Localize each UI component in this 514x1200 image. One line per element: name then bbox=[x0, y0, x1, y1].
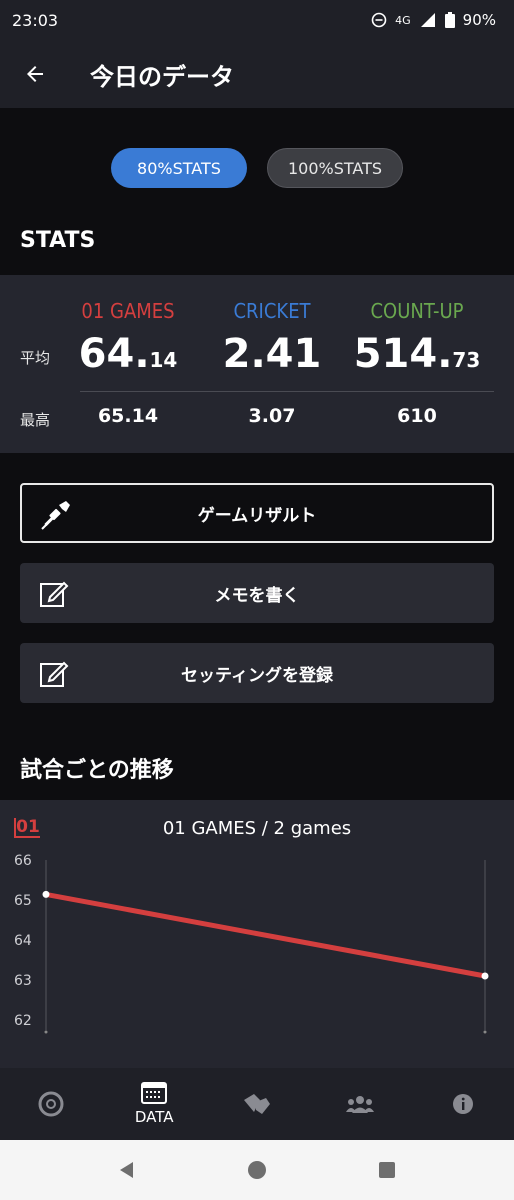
write-memo-label: メモを書く bbox=[214, 585, 300, 606]
stats-section-title: STATS bbox=[20, 228, 96, 253]
dartboard-icon bbox=[38, 1091, 64, 1117]
y-tick-label: 64 bbox=[14, 933, 32, 949]
data-point[interactable] bbox=[42, 890, 50, 898]
status-bar: 23:03 4G 90% bbox=[0, 0, 514, 40]
info-icon bbox=[452, 1094, 473, 1114]
nav-data[interactable]: DATA bbox=[114, 1068, 194, 1140]
stats-divider bbox=[80, 391, 494, 392]
avg-01-games: 64.14 bbox=[78, 331, 178, 377]
nav-home[interactable] bbox=[11, 1068, 91, 1140]
avg-cricket: 2.41 bbox=[222, 331, 322, 377]
series-line bbox=[45, 891, 486, 979]
group-icon bbox=[345, 1096, 374, 1113]
x-tick-dot bbox=[483, 1030, 487, 1034]
system-nav-bar bbox=[0, 1140, 514, 1200]
home-circle-icon[interactable] bbox=[247, 1160, 267, 1180]
app-bar: 今日のデータ bbox=[0, 40, 514, 108]
x-tick-dot bbox=[44, 1030, 48, 1034]
col-head-cricket: CRICKET bbox=[233, 299, 311, 323]
avg-count-up: 514.73 bbox=[353, 331, 481, 377]
max-count-up: 610 bbox=[397, 405, 437, 427]
nav-info[interactable] bbox=[423, 1068, 503, 1140]
status-icons: 4G 90% bbox=[371, 11, 496, 29]
edit-note-icon bbox=[40, 581, 69, 607]
back-triangle-icon[interactable] bbox=[117, 1160, 137, 1180]
y-tick-label: 65 bbox=[14, 893, 32, 909]
page-title: 今日のデータ bbox=[90, 62, 234, 91]
nav-shop[interactable] bbox=[217, 1068, 297, 1140]
battery-level: 90% bbox=[462, 11, 496, 29]
register-setting-button[interactable]: セッティングを登録 bbox=[20, 643, 494, 703]
register-setting-label: セッティングを登録 bbox=[181, 665, 333, 686]
max-cricket: 3.07 bbox=[248, 405, 296, 427]
back-button[interactable] bbox=[0, 40, 70, 108]
trend-chart-panel: 01 01 GAMES / 2 games 66 65 64 63 62 bbox=[0, 800, 514, 1068]
toggle-100-stats[interactable]: 100%STATS bbox=[267, 148, 403, 188]
y-tick-label: 63 bbox=[14, 973, 32, 989]
signal-icon bbox=[420, 13, 435, 27]
col-head-01-games: 01 GAMES bbox=[81, 299, 175, 323]
row-label-max: 最高 bbox=[20, 411, 51, 429]
nav-community[interactable] bbox=[320, 1068, 400, 1140]
game-result-label: ゲームリザルト bbox=[197, 505, 317, 526]
status-time: 23:03 bbox=[12, 10, 59, 30]
trend-section-title: 試合ごとの推移 bbox=[20, 758, 174, 783]
data-point[interactable] bbox=[481, 972, 489, 980]
dart-icon bbox=[41, 501, 70, 530]
scoreboard-icon bbox=[141, 1082, 168, 1104]
y-tick-label: 66 bbox=[14, 853, 32, 869]
game-result-button[interactable]: ゲームリザルト bbox=[20, 483, 494, 543]
row-label-average: 平均 bbox=[20, 349, 51, 367]
arrow-left-icon bbox=[27, 66, 43, 82]
stats-panel: 01 GAMES CRICKET COUNT-UP 平均 64.14 2.41 … bbox=[0, 275, 514, 453]
write-memo-button[interactable]: メモを書く bbox=[20, 563, 494, 623]
stats-mode-toggle: 80%STATS 100%STATS bbox=[0, 148, 514, 188]
do-not-disturb-icon bbox=[371, 12, 387, 28]
bottom-nav: DATA bbox=[0, 1068, 514, 1140]
network-type: 4G bbox=[395, 13, 411, 27]
trend-line-chart: 66 65 64 63 62 bbox=[14, 853, 489, 1034]
edit-note-icon bbox=[40, 661, 69, 687]
max-01-games: 65.14 bbox=[97, 405, 159, 427]
recents-square-icon[interactable] bbox=[377, 1160, 397, 1180]
shop-tag-icon bbox=[243, 1094, 270, 1114]
toggle-80-stats[interactable]: 80%STATS bbox=[111, 148, 247, 188]
battery-icon bbox=[444, 12, 455, 28]
col-head-count-up: COUNT-UP bbox=[370, 299, 464, 323]
y-tick-label: 62 bbox=[14, 1013, 32, 1029]
nav-data-label: DATA bbox=[134, 1108, 174, 1126]
